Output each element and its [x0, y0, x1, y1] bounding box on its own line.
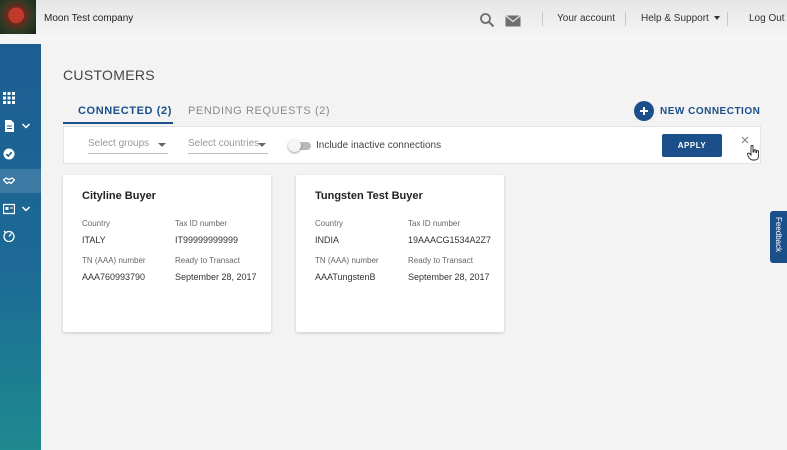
tn-value: AAATungstenB: [315, 272, 376, 282]
tn-value: AAA760993790: [82, 272, 146, 282]
filter-bar: Select groups Select countries Include i…: [63, 126, 761, 164]
logout-link[interactable]: Log Out: [749, 13, 785, 24]
ready-value: September 28, 2017: [408, 272, 490, 282]
customer-name: Tungsten Test Buyer: [315, 190, 423, 202]
handshake-icon: [3, 177, 15, 185]
tn-label: TN (AAA) number: [82, 256, 146, 265]
country-label: Country: [315, 219, 344, 228]
sidebar-item-approvals[interactable]: [0, 142, 41, 166]
mail-icon[interactable]: [505, 13, 521, 29]
caret-down-icon: [713, 16, 720, 21]
new-connection-button[interactable]: NEW CONNECTION: [634, 101, 760, 121]
dashboard-icon: [3, 230, 15, 242]
toggle-knob[interactable]: [288, 139, 301, 152]
sidebar-item-customers[interactable]: [0, 169, 41, 193]
company-logo: [0, 0, 36, 34]
tax-id-value: 19AAACG1534A2Z7: [408, 235, 492, 245]
active-tab-indicator: [63, 122, 173, 124]
document-icon: [5, 120, 14, 132]
select-groups-dropdown[interactable]: Select groups: [88, 138, 168, 154]
chevron-down-icon: [21, 123, 31, 129]
divider: [625, 12, 626, 26]
sidebar-item-reports[interactable]: [0, 224, 41, 248]
feedback-tab[interactable]: Feedback: [770, 211, 787, 263]
company-name: Moon Test company: [44, 13, 134, 24]
include-inactive-label: Include inactive connections: [316, 140, 442, 151]
grid-icon: [3, 92, 15, 104]
country-value: INDIA: [315, 235, 340, 245]
country-value: ITALY: [82, 235, 106, 245]
sidebar-item-payments[interactable]: [0, 197, 41, 221]
select-groups-placeholder: Select groups: [88, 138, 150, 149]
close-icon[interactable]: [740, 135, 750, 145]
help-support-label: Help & Support: [641, 13, 709, 24]
help-support-link[interactable]: Help & Support: [641, 13, 720, 24]
page-title: CUSTOMERS: [63, 67, 155, 83]
tab-connected[interactable]: CONNECTED (2): [78, 105, 172, 117]
tab-pending-requests[interactable]: PENDING REQUESTS (2): [188, 105, 330, 117]
caret-down-icon: [258, 143, 266, 147]
sidebar-item-dashboard[interactable]: [0, 86, 41, 110]
your-account-link[interactable]: Your account: [557, 13, 615, 24]
plus-icon: [634, 101, 654, 121]
caret-down-icon: [158, 143, 166, 147]
select-countries-placeholder: Select countries: [188, 138, 260, 149]
customer-card[interactable]: Cityline Buyer Country ITALY Tax ID numb…: [63, 175, 271, 332]
ready-value: September 28, 2017: [175, 272, 257, 282]
tax-id-label: Tax ID number: [408, 219, 461, 228]
ready-label: Ready to Transact: [175, 256, 240, 265]
country-label: Country: [82, 219, 111, 228]
select-countries-dropdown[interactable]: Select countries: [188, 138, 268, 154]
check-circle-icon: [3, 148, 15, 160]
sidebar: [0, 44, 41, 450]
tax-id-label: Tax ID number: [175, 219, 228, 228]
hand-cursor-icon: [747, 145, 759, 161]
search-icon[interactable]: [479, 12, 495, 28]
apply-button[interactable]: APPLY: [662, 134, 722, 157]
divider: [727, 12, 728, 26]
tn-label: TN (AAA) number: [315, 256, 379, 265]
customer-card[interactable]: Tungsten Test Buyer Country INDIA Tax ID…: [296, 175, 504, 332]
top-bar: Moon Test company Your account Help & Su…: [0, 0, 787, 40]
customer-name: Cityline Buyer: [82, 190, 156, 202]
chevron-down-icon: [21, 206, 31, 212]
divider: [542, 12, 543, 26]
feedback-label: Feedback: [774, 217, 783, 253]
ready-label: Ready to Transact: [408, 256, 473, 265]
card-icon: [3, 203, 15, 215]
sidebar-item-documents[interactable]: [0, 114, 41, 138]
tax-id-value: IT99999999999: [175, 235, 239, 245]
new-connection-label: NEW CONNECTION: [660, 105, 761, 117]
